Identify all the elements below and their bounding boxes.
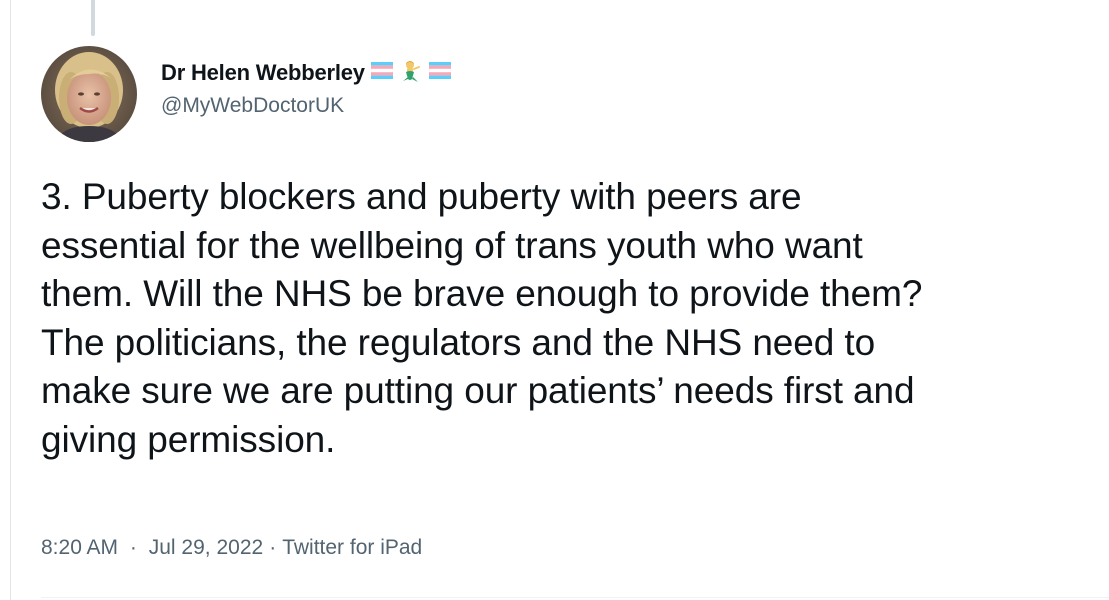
tweet-source[interactable]: Twitter for iPad (282, 536, 422, 560)
tweet-page: Dr Helen Webberley @MyWebDoctorUK 3. Pub… (0, 0, 1109, 600)
meta-separator: · (129, 536, 137, 559)
avatar-photo (41, 46, 137, 142)
author-display-name[interactable]: Dr Helen Webberley (161, 60, 365, 86)
tweet-timestamp[interactable]: 8:20 AM · Jul 29, 2022 (41, 536, 263, 560)
tweet-metadata: 8:20 AM · Jul 29, 2022 · Twitter for iPa… (41, 536, 422, 560)
author-handle[interactable]: @MyWebDoctorUK (161, 94, 344, 118)
meta-separator: · (269, 536, 277, 559)
tweet-text: 3. Puberty blockers and puberty with pee… (41, 176, 923, 460)
transgender-flag-icon (428, 61, 452, 84)
merperson-icon (399, 59, 423, 88)
tweet-divider (41, 597, 1109, 598)
author-name-row: Dr Helen Webberley (161, 59, 452, 88)
transgender-flag-icon (370, 61, 394, 84)
timeline-border (10, 0, 11, 600)
tweet-time: 8:20 AM (41, 536, 119, 559)
tweet-date: Jul 29, 2022 (148, 536, 264, 559)
thread-connector-line (91, 0, 95, 36)
author-avatar[interactable] (41, 46, 137, 142)
